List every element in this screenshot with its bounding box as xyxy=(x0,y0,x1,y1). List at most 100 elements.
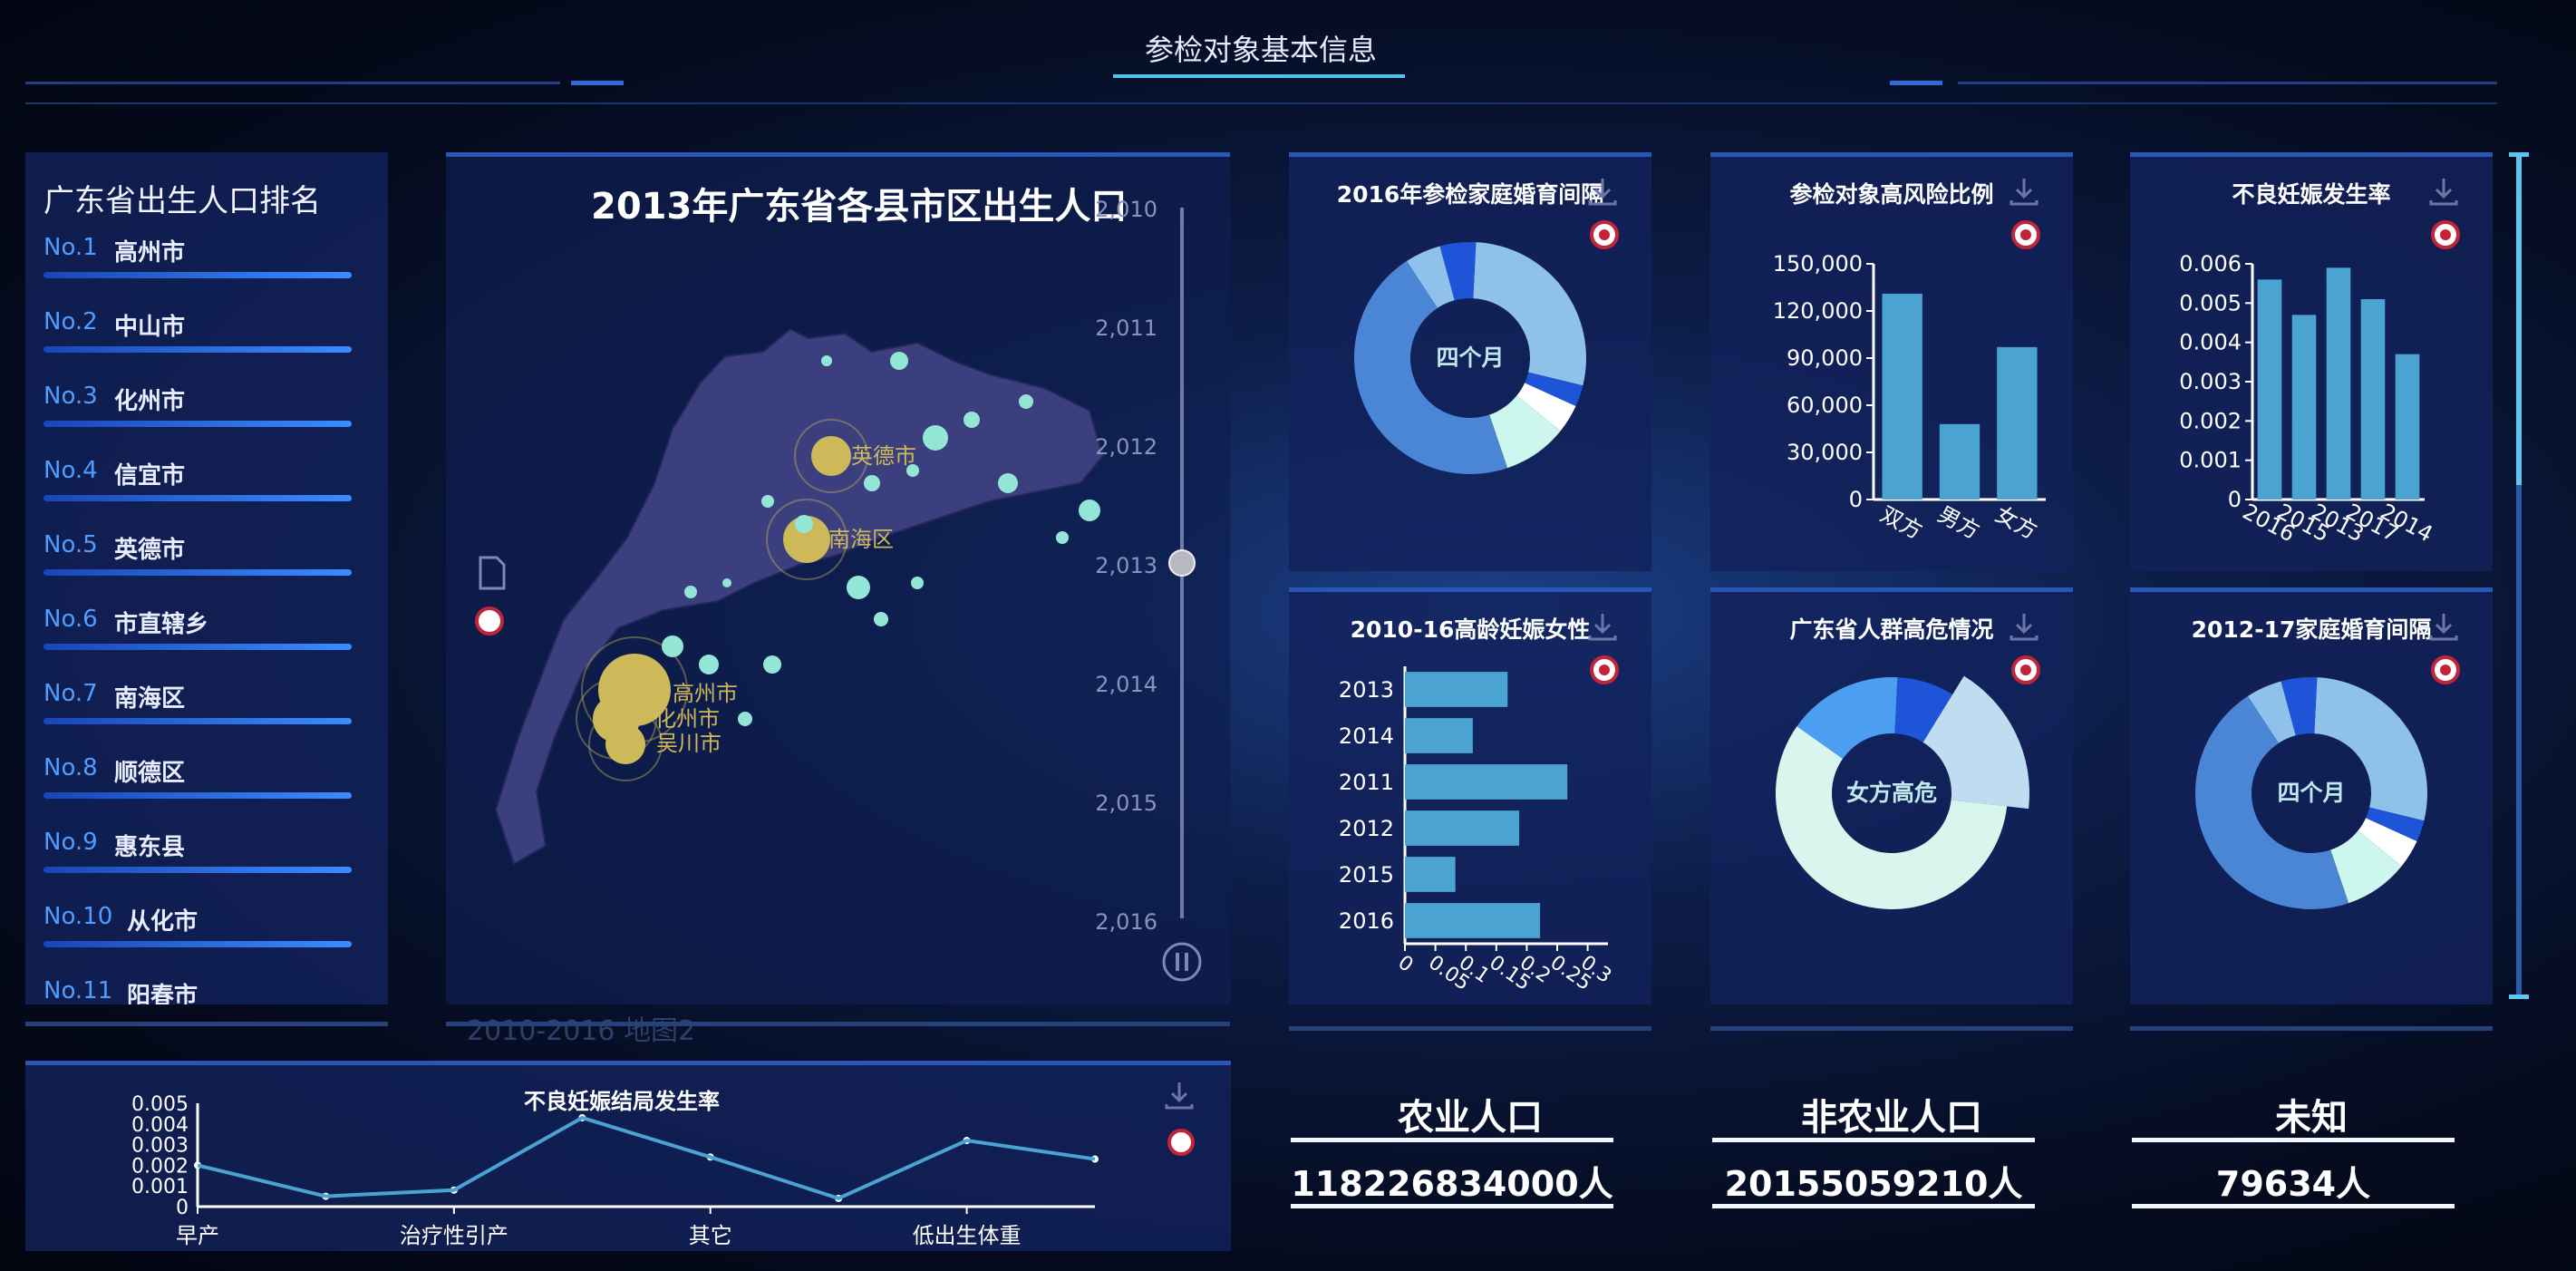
rank-city: 从化市 xyxy=(127,908,199,936)
timeline-year: 2,010 xyxy=(1095,197,1157,222)
ranking-item[interactable]: No.10 从化市 xyxy=(44,890,352,965)
map-bubble xyxy=(763,655,781,674)
line-chart[interactable]: 00.0010.0020.0030.0040.005 早产 治疗性引产 其它 低出生体重 xyxy=(25,1065,1231,1256)
rank-number: No.2 xyxy=(44,308,98,335)
scrollbar-cap-bottom xyxy=(2509,994,2529,999)
stat-label: 非农业人口 xyxy=(1801,1097,1982,1139)
ranking-item[interactable]: No.2 中山市 xyxy=(44,296,352,370)
donut-center-label: 四个月 xyxy=(2277,780,2345,806)
ranking-item[interactable]: No.6 市直辖乡 xyxy=(44,593,352,667)
rank-bar xyxy=(44,272,352,278)
x-tick-label: 女方 xyxy=(1991,501,2042,544)
y-tick-label: 0 xyxy=(176,1197,189,1219)
x-tick-label: 低出生体重 xyxy=(913,1223,1022,1248)
bar xyxy=(1405,903,1541,938)
elderly-panel: 2010-16高龄妊娠女性 2013 2014 2011 2012 2015 2016 0 0… xyxy=(1289,587,1651,1004)
timeline-labels: 2,010 2,011 2,012 2,013 2,014 2,015 2,016 xyxy=(1095,197,1157,935)
map-bubble xyxy=(1019,394,1033,409)
x-tick-label: 治疗性引产 xyxy=(400,1223,508,1248)
bar xyxy=(1405,810,1520,846)
ranking-item[interactable]: No.7 南海区 xyxy=(44,667,352,742)
separator-line xyxy=(446,1022,1230,1026)
rank-number: No.7 xyxy=(44,680,98,707)
guangdong-province-shape xyxy=(494,327,1105,866)
stat-divider xyxy=(1712,1204,2035,1208)
y-tick-label: 2014 xyxy=(1339,723,1394,749)
ranking-item[interactable]: No.8 顺德区 xyxy=(44,742,352,816)
rank-city: 顺德区 xyxy=(114,760,186,787)
scrollbar-cap-top xyxy=(2509,152,2529,157)
y-tick-label: 0 xyxy=(1849,487,1863,512)
ranking-title: 广东省出生人口排名 xyxy=(44,183,321,219)
ranking-item[interactable]: No.9 惠东县 xyxy=(44,816,352,890)
y-tick-label: 0.002 xyxy=(131,1155,189,1178)
rank-number: No.6 xyxy=(44,606,98,633)
y-tick-label: 0.003 xyxy=(131,1135,189,1158)
adverse-panel: 不良妊娠发生率 0 0.001 0.002 0.003 0.004 0.005 0.006 2… xyxy=(2130,152,2493,571)
map-bubble xyxy=(864,475,880,491)
scrollbar[interactable] xyxy=(2509,152,2529,999)
pause-icon xyxy=(1162,942,1202,982)
rank-number: No.3 xyxy=(44,383,98,410)
donut-center-label: 四个月 xyxy=(1436,344,1504,371)
separator-line xyxy=(2130,1026,2493,1031)
donut-chart[interactable]: 四个月 xyxy=(2130,592,2493,1009)
donut-chart[interactable]: 四个月 xyxy=(1289,157,1651,576)
ranking-item[interactable]: No.4 信宜市 xyxy=(44,444,352,519)
ranking-item[interactable]: No.11 阳春市 xyxy=(44,965,352,1004)
map-panel: 2013年广东省各县市区出生人口 英德市 南海区 高州市 化州市 吴川市 2,010 2,… xyxy=(446,152,1230,1004)
y-tick-label: 120,000 xyxy=(1773,298,1863,324)
rank-city: 市直辖乡 xyxy=(114,611,209,638)
x-tick-label: 男方 xyxy=(1933,501,1984,544)
bar xyxy=(1405,718,1473,753)
highrisk-panel: 广东省人群高危情况 女方高危 xyxy=(1710,587,2073,1004)
rank-number: No.11 xyxy=(44,977,113,1004)
timeline-year: 2,013 xyxy=(1095,553,1157,578)
rank-bar xyxy=(44,941,352,947)
header-mark-left xyxy=(571,81,624,85)
bar-chart[interactable]: 00.0010.0020.0030.0040.0050.006201620152… xyxy=(2130,157,2493,576)
map-bubble xyxy=(722,578,731,587)
title-underline xyxy=(1113,74,1405,78)
map-label: 化州市 xyxy=(654,706,720,732)
stat-divider xyxy=(1712,1138,2035,1142)
bar xyxy=(1939,423,1980,500)
bar-chart[interactable]: 0 30,000 60,000 90,000 120,000 150,000 双方 男方 女方 xyxy=(1710,157,2073,576)
rank-city: 高州市 xyxy=(114,239,186,267)
page-header: 参检对象基本信息 xyxy=(0,0,2576,109)
map-bubble xyxy=(998,473,1018,493)
pin-badge-icon xyxy=(475,606,504,636)
map-bubble xyxy=(738,712,752,726)
scrollbar-thumb[interactable] xyxy=(2516,154,2522,485)
map-bubble xyxy=(964,412,980,428)
rank-number: No.8 xyxy=(44,754,98,781)
y-tick-label: 0.002 xyxy=(2179,408,2242,433)
page-title: 参检对象基本信息 xyxy=(1144,33,1377,67)
horizontal-bar-chart[interactable]: 2013201420112012201520160 0.050.10.150.20… xyxy=(1289,592,1651,1009)
header-mark-right xyxy=(1890,81,1942,85)
ranking-item[interactable]: No.5 英德市 xyxy=(44,519,352,593)
stat-value: 118226834000人 xyxy=(1291,1164,1613,1204)
map-label: 吴川市 xyxy=(656,731,721,756)
donut-chart[interactable]: 女方高危 xyxy=(1710,592,2073,1009)
bar xyxy=(1405,672,1508,707)
bar xyxy=(1997,346,2038,500)
x-tick-label: 早产 xyxy=(176,1223,219,1248)
timeline-year: 2,015 xyxy=(1095,791,1157,816)
map-bubble xyxy=(662,636,683,657)
y-tick-label: 90,000 xyxy=(1787,345,1863,371)
map-region[interactable]: 英德市南海区高州市化州市吴川市 2,0102,0112,0122,0132,01… xyxy=(446,157,1230,1009)
rank-bar xyxy=(44,569,352,576)
separator-line xyxy=(25,1022,388,1026)
stat-value: 79634人 xyxy=(2215,1164,2371,1204)
timeline-year: 2,014 xyxy=(1095,672,1157,697)
map-bubble xyxy=(684,586,697,598)
ranking-item[interactable]: No.3 化州市 xyxy=(44,370,352,444)
y-tick-label: 0.005 xyxy=(2179,290,2242,315)
map-bubble xyxy=(874,612,888,626)
map-bubble xyxy=(699,655,719,674)
ranking-item[interactable]: No.1 高州市 xyxy=(44,221,352,296)
y-tick-label: 30,000 xyxy=(1787,440,1863,465)
outcome-panel: 不良妊娠结局发生率 0 0.001 0.002 0.003 0.004 0.005 早产 治疗… xyxy=(25,1061,1231,1251)
marriage-1217-panel: 2012-17家庭婚育间隔 四个月 xyxy=(2130,587,2493,1004)
